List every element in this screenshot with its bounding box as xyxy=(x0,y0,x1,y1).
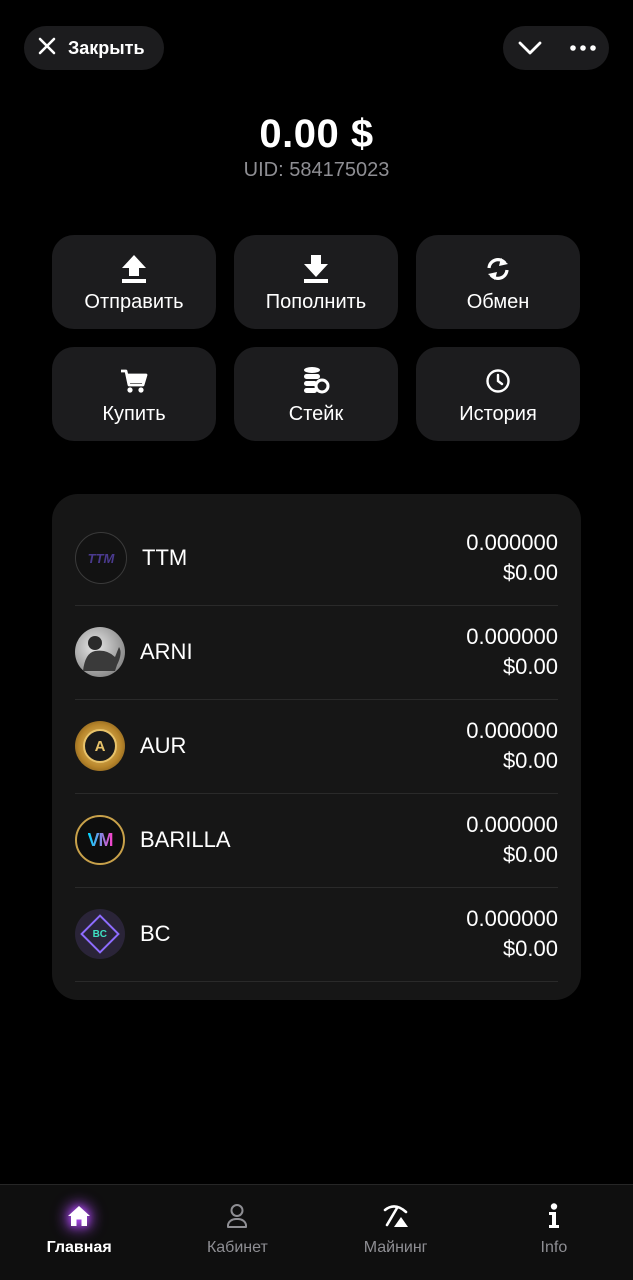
barilla-logo: VM xyxy=(75,815,125,865)
asset-amount: 0.000000 xyxy=(466,812,558,837)
nav-label: Главная xyxy=(46,1239,112,1256)
user-icon xyxy=(227,1204,248,1228)
nav-item-mining[interactable]: Майнинг xyxy=(317,1185,475,1280)
history-button[interactable]: История xyxy=(416,347,580,441)
nav-item-cabinet[interactable]: Кабинет xyxy=(158,1185,316,1280)
deposit-label: Пополнить xyxy=(265,290,367,313)
bc-logo: BC xyxy=(75,909,125,959)
asset-row-aur[interactable]: A AUR 0.000000 $0.00 xyxy=(75,699,558,794)
balance-amount: 0.00 $ xyxy=(259,112,374,156)
aur-logo: A xyxy=(75,721,125,771)
nav-item-home[interactable]: Главная xyxy=(0,1185,158,1280)
buy-button[interactable]: Купить xyxy=(52,347,216,441)
nav-label: Кабинет xyxy=(206,1239,268,1256)
buy-label: Купить xyxy=(102,402,166,425)
asset-symbol: AUR xyxy=(140,733,187,758)
upload-icon xyxy=(122,254,146,283)
asset-usd-value: $0.00 xyxy=(502,560,558,585)
action-grid: Отправить Пополнить Обмен Купить Стейк И… xyxy=(52,235,581,441)
asset-usd-value: $0.00 xyxy=(502,748,558,773)
asset-row-barilla[interactable]: VM BARILLA 0.000000 $0.00 xyxy=(75,793,558,888)
bottom-nav: Главная Кабинет Майнинг Info xyxy=(0,1184,633,1280)
collapse-button[interactable] xyxy=(503,26,556,70)
more-dots-icon xyxy=(569,45,596,51)
arni-logo-image xyxy=(83,636,121,671)
bc-logo-text: BC xyxy=(92,928,108,940)
nav-label: Info xyxy=(540,1239,568,1256)
asset-symbol: ARNI xyxy=(140,639,193,664)
asset-symbol: BARILLA xyxy=(140,827,231,852)
home-icon xyxy=(68,1206,91,1226)
asset-usd-value: $0.00 xyxy=(502,842,558,867)
history-label: История xyxy=(459,402,537,425)
asset-row-ttm[interactable]: TTM TTM 0.000000 $0.00 xyxy=(75,511,558,606)
top-bar: Закрыть xyxy=(24,26,609,70)
exchange-label: Обмен xyxy=(466,290,530,313)
pickaxe-icon xyxy=(383,1205,408,1227)
stake-button[interactable]: Стейк xyxy=(234,347,398,441)
menu-button-group xyxy=(503,26,609,70)
asset-symbol: BC xyxy=(140,921,171,946)
aur-logo-text: A xyxy=(94,737,106,755)
asset-amount: 0.000000 xyxy=(466,530,558,555)
chevron-down-icon xyxy=(518,41,541,55)
deposit-button[interactable]: Пополнить xyxy=(234,235,398,329)
balance-section: 0.00 $ UID: 584175023 xyxy=(0,112,633,182)
close-icon xyxy=(38,37,56,60)
more-button[interactable] xyxy=(556,26,609,70)
asset-amount: 0.000000 xyxy=(466,624,558,649)
asset-amount: 0.000000 xyxy=(466,718,558,743)
download-icon xyxy=(304,254,328,283)
close-label: Закрыть xyxy=(68,37,145,58)
nav-label: Майнинг xyxy=(363,1239,428,1256)
exchange-icon xyxy=(487,257,509,280)
asset-symbol: TTM xyxy=(142,545,188,570)
barilla-logo-text: VM xyxy=(87,829,114,850)
send-label: Отправить xyxy=(84,290,184,313)
clock-icon xyxy=(486,368,510,393)
arni-logo xyxy=(75,627,125,677)
user-uid[interactable]: UID: 584175023 xyxy=(0,159,633,182)
nav-item-info[interactable]: Info xyxy=(475,1185,633,1280)
exchange-button[interactable]: Обмен xyxy=(416,235,580,329)
asset-usd-value: $0.00 xyxy=(502,654,558,679)
asset-amount: 0.000000 xyxy=(466,906,558,931)
info-icon xyxy=(548,1203,559,1228)
ttm-logo-text: TTM xyxy=(87,550,115,566)
coins-stack-icon xyxy=(304,366,330,393)
asset-row-arni[interactable]: ARNI 0.000000 $0.00 xyxy=(75,605,558,700)
ttm-logo: TTM xyxy=(75,532,127,584)
send-button[interactable]: Отправить xyxy=(52,235,216,329)
asset-list: TTM TTM 0.000000 $0.00 ARNI 0.000000 $0.… xyxy=(52,494,581,1000)
cart-icon xyxy=(121,369,148,393)
asset-usd-value: $0.00 xyxy=(502,936,558,961)
stake-label: Стейк xyxy=(288,402,344,425)
asset-row-bc[interactable]: BC BC 0.000000 $0.00 xyxy=(75,887,558,982)
close-button[interactable]: Закрыть xyxy=(24,26,164,70)
